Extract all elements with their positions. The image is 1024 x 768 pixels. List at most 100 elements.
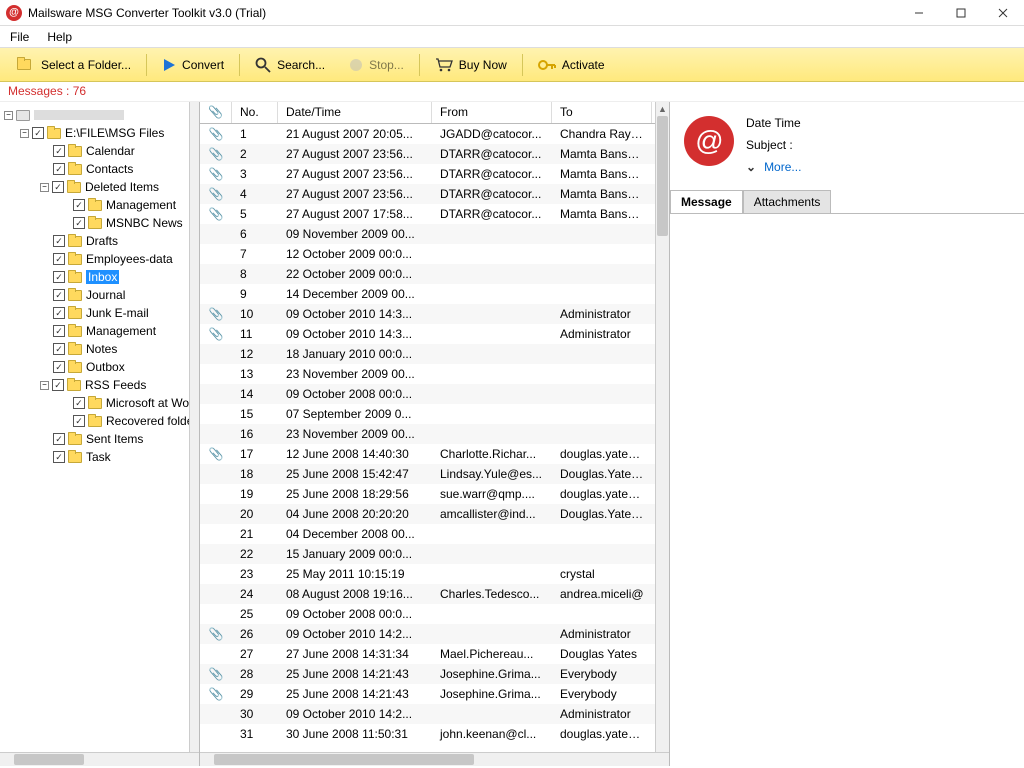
menu-file[interactable]: File bbox=[10, 30, 29, 44]
more-link[interactable]: ⌄ More... bbox=[746, 160, 801, 174]
table-row[interactable]: 📎327 August 2007 23:56...DTARR@catocor..… bbox=[200, 164, 669, 184]
cell-to: crystal bbox=[552, 567, 652, 581]
tree-item[interactable]: ✓Outbox bbox=[2, 358, 199, 376]
col-no[interactable]: No. bbox=[232, 102, 278, 123]
table-row[interactable]: 712 October 2009 00:0... bbox=[200, 244, 669, 264]
table-row[interactable]: 1323 November 2009 00... bbox=[200, 364, 669, 384]
tree-item[interactable]: ✓Journal bbox=[2, 286, 199, 304]
cell-datetime: 09 October 2008 00:0... bbox=[278, 607, 432, 621]
table-row[interactable]: 2215 January 2009 00:0... bbox=[200, 544, 669, 564]
tree-item[interactable]: ✓Contacts bbox=[2, 160, 199, 178]
stop-button[interactable]: Stop... bbox=[338, 52, 415, 78]
close-button[interactable] bbox=[982, 0, 1024, 26]
tree-item[interactable]: ✓Microsoft at Work bbox=[2, 394, 199, 412]
table-row[interactable]: 914 December 2009 00... bbox=[200, 284, 669, 304]
scroll-up-icon[interactable]: ▲ bbox=[656, 102, 669, 116]
cell-to: Douglas.Yates@ bbox=[552, 467, 652, 481]
cell-datetime: 04 June 2008 20:20:20 bbox=[278, 507, 432, 521]
tree-item[interactable]: ✓Management bbox=[2, 196, 199, 214]
select-folder-label: Select a Folder... bbox=[41, 58, 131, 72]
table-row[interactable]: 📎227 August 2007 23:56...DTARR@catocor..… bbox=[200, 144, 669, 164]
table-row[interactable]: 2408 August 2008 19:16...Charles.Tedesco… bbox=[200, 584, 669, 604]
list-scrollbar[interactable]: ▲ ▼ bbox=[655, 102, 669, 766]
table-row[interactable]: 📎1009 October 2010 14:3...Administrator bbox=[200, 304, 669, 324]
table-row[interactable]: 1825 June 2008 15:42:47Lindsay.Yule@es..… bbox=[200, 464, 669, 484]
attachment-icon: 📎 bbox=[200, 687, 232, 701]
menu-help[interactable]: Help bbox=[47, 30, 72, 44]
col-datetime[interactable]: Date/Time bbox=[278, 102, 432, 123]
stop-label: Stop... bbox=[369, 58, 404, 72]
select-folder-button[interactable]: Select a Folder... bbox=[6, 52, 142, 78]
preview-datetime-label: Date Time bbox=[746, 116, 801, 130]
search-button[interactable]: Search... bbox=[244, 52, 336, 78]
tab-attachments[interactable]: Attachments bbox=[743, 190, 832, 214]
scroll-thumb[interactable] bbox=[657, 116, 668, 236]
minimize-button[interactable] bbox=[898, 0, 940, 26]
activate-button[interactable]: Activate bbox=[527, 52, 616, 78]
folder-tree[interactable]: −−✓E:\FILE\MSG Files✓Calendar✓Contacts−✓… bbox=[0, 102, 200, 766]
table-row[interactable]: 📎2925 June 2008 14:21:43Josephine.Grima.… bbox=[200, 684, 669, 704]
tree-item[interactable]: ✓Sent Items bbox=[2, 430, 199, 448]
cell-to: andrea.miceli@ bbox=[552, 587, 652, 601]
table-row[interactable]: 📎1109 October 2010 14:3...Administrator bbox=[200, 324, 669, 344]
cell-no: 22 bbox=[232, 547, 278, 561]
tree-item[interactable]: −✓Deleted Items bbox=[2, 178, 199, 196]
table-row[interactable]: 2509 October 2008 00:0... bbox=[200, 604, 669, 624]
tree-item[interactable]: ✓Inbox bbox=[2, 268, 199, 286]
list-hscrollbar[interactable] bbox=[200, 752, 669, 766]
table-row[interactable]: 2004 June 2008 20:20:20amcallister@ind..… bbox=[200, 504, 669, 524]
toolbar: Select a Folder... Convert Search... Sto… bbox=[0, 48, 1024, 82]
table-row[interactable]: 2325 May 2011 10:15:19crystal bbox=[200, 564, 669, 584]
tree-hscrollbar[interactable] bbox=[0, 752, 199, 766]
table-row[interactable]: 1623 November 2009 00... bbox=[200, 424, 669, 444]
col-attachment-icon[interactable]: 📎 bbox=[200, 102, 232, 123]
col-from[interactable]: From bbox=[432, 102, 552, 123]
convert-button[interactable]: Convert bbox=[151, 52, 235, 78]
tree-item[interactable]: ✓Junk E-mail bbox=[2, 304, 199, 322]
cell-from: JGADD@catocor... bbox=[432, 127, 552, 141]
table-row[interactable]: 📎2609 October 2010 14:2...Administrator bbox=[200, 624, 669, 644]
tree-scrollbar[interactable] bbox=[189, 102, 199, 766]
table-row[interactable]: 1925 June 2008 18:29:56sue.warr@qmp....d… bbox=[200, 484, 669, 504]
tree-root[interactable]: − bbox=[2, 106, 199, 124]
tree-drive[interactable]: −✓E:\FILE\MSG Files bbox=[2, 124, 199, 142]
table-row[interactable]: 3009 October 2010 14:2...Administrator bbox=[200, 704, 669, 724]
cell-no: 31 bbox=[232, 727, 278, 741]
col-to[interactable]: To bbox=[552, 102, 652, 123]
table-row[interactable]: 📎527 August 2007 17:58...DTARR@catocor..… bbox=[200, 204, 669, 224]
tree-item[interactable]: ✓Calendar bbox=[2, 142, 199, 160]
table-row[interactable]: 3130 June 2008 11:50:31john.keenan@cl...… bbox=[200, 724, 669, 744]
tab-message[interactable]: Message bbox=[670, 190, 743, 214]
app-icon: @ bbox=[6, 5, 22, 21]
table-row[interactable]: 1507 September 2009 0... bbox=[200, 404, 669, 424]
tree-item[interactable]: ✓Task bbox=[2, 448, 199, 466]
cell-datetime: 27 August 2007 17:58... bbox=[278, 207, 432, 221]
cell-from: Charlotte.Richar... bbox=[432, 447, 552, 461]
table-row[interactable]: 1409 October 2008 00:0... bbox=[200, 384, 669, 404]
cell-no: 7 bbox=[232, 247, 278, 261]
table-row[interactable]: 📎121 August 2007 20:05...JGADD@catocor..… bbox=[200, 124, 669, 144]
cell-to: Everybody bbox=[552, 667, 652, 681]
table-row[interactable]: 609 November 2009 00... bbox=[200, 224, 669, 244]
cell-no: 17 bbox=[232, 447, 278, 461]
cell-no: 14 bbox=[232, 387, 278, 401]
tree-item[interactable]: ✓Notes bbox=[2, 340, 199, 358]
tree-item[interactable]: ✓Drafts bbox=[2, 232, 199, 250]
buy-button[interactable]: Buy Now bbox=[424, 52, 518, 78]
tree-item[interactable]: ✓Management bbox=[2, 322, 199, 340]
tree-item[interactable]: −✓RSS Feeds bbox=[2, 376, 199, 394]
table-row[interactable]: 📎1712 June 2008 14:40:30Charlotte.Richar… bbox=[200, 444, 669, 464]
table-row[interactable]: 822 October 2009 00:0... bbox=[200, 264, 669, 284]
tree-item[interactable]: ✓MSNBC News bbox=[2, 214, 199, 232]
table-row[interactable]: 2727 June 2008 14:31:34Mael.Pichereau...… bbox=[200, 644, 669, 664]
cell-no: 24 bbox=[232, 587, 278, 601]
maximize-button[interactable] bbox=[940, 0, 982, 26]
tree-item[interactable]: ✓Employees-data bbox=[2, 250, 199, 268]
table-row[interactable]: 📎2825 June 2008 14:21:43Josephine.Grima.… bbox=[200, 664, 669, 684]
table-row[interactable]: 📎427 August 2007 23:56...DTARR@catocor..… bbox=[200, 184, 669, 204]
tree-item[interactable]: ✓Recovered folde bbox=[2, 412, 199, 430]
table-row[interactable]: 2104 December 2008 00... bbox=[200, 524, 669, 544]
cell-no: 28 bbox=[232, 667, 278, 681]
cell-datetime: 14 December 2009 00... bbox=[278, 287, 432, 301]
table-row[interactable]: 1218 January 2010 00:0... bbox=[200, 344, 669, 364]
